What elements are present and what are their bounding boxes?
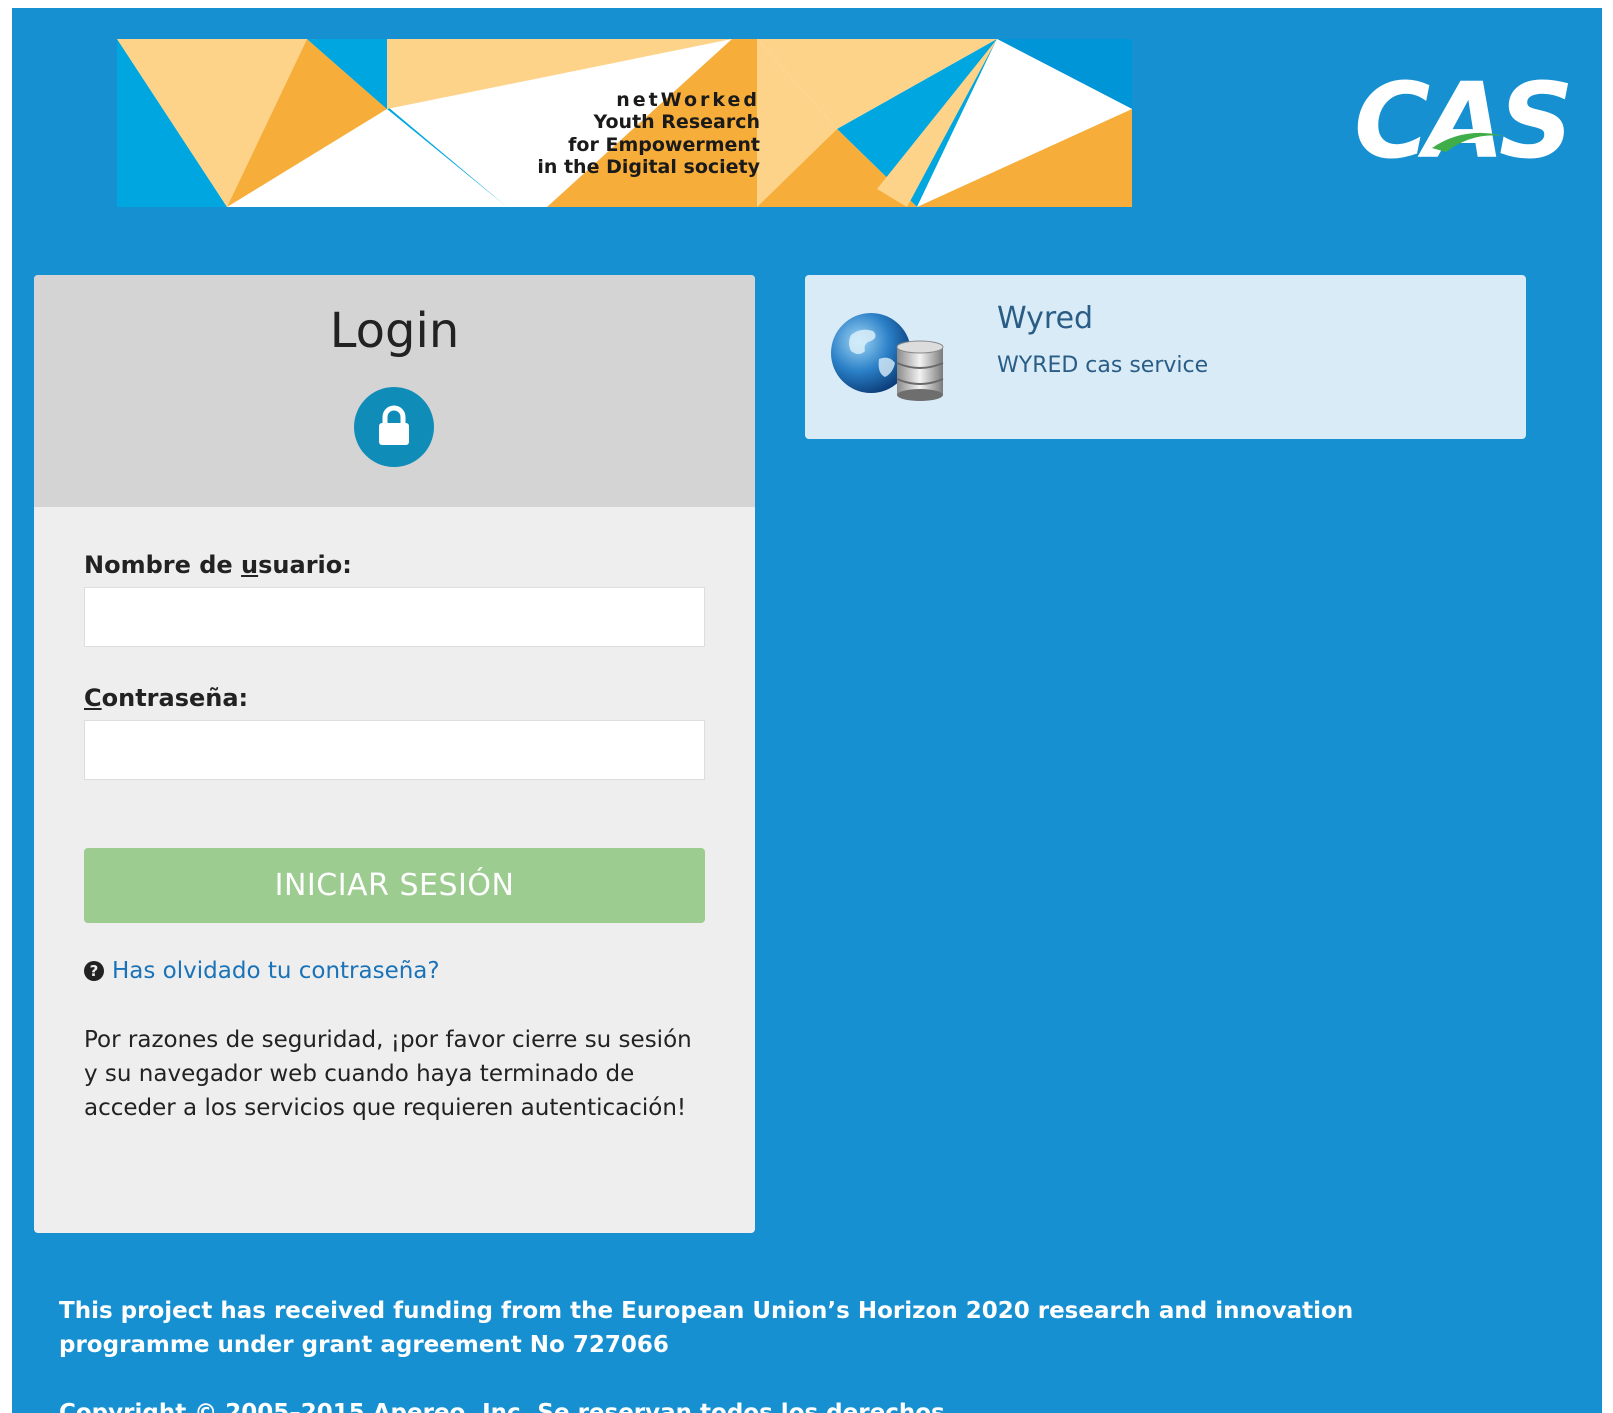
forgot-password-link[interactable]: Has olvidado tu contraseña? xyxy=(112,958,440,984)
question-circle-icon: ? xyxy=(84,961,104,981)
password-label: Contraseña: xyxy=(84,684,249,712)
cas-logo: CAS xyxy=(1354,66,1574,176)
security-note: Por razones de seguridad, ¡por favor cie… xyxy=(84,1027,692,1121)
lock-badge xyxy=(354,387,434,467)
globe-database-icon xyxy=(831,313,944,401)
lock-icon xyxy=(379,405,409,445)
wyred-banner: netWorked Youth Research for Empowerment… xyxy=(117,39,1132,207)
login-panel: Login Nombre de usuario: Contraseña: INI… xyxy=(34,275,755,1233)
page-background: netWorked Youth Research for Empowerment… xyxy=(12,8,1602,1413)
banner-line-3: for Empowerment xyxy=(568,134,760,156)
banner-line-4: in the Digital society xyxy=(537,156,760,178)
banner-line-1: netWorked xyxy=(616,89,760,111)
copyright-statement: Copyright © 2005–2015 Apereo, Inc. Se re… xyxy=(59,1400,954,1413)
banner-line-2: Youth Research xyxy=(593,111,760,133)
username-input[interactable] xyxy=(84,587,705,647)
username-label: Nombre de usuario: xyxy=(84,551,352,579)
funding-statement: This project has received funding from t… xyxy=(59,1298,1354,1358)
login-header: Login xyxy=(34,275,755,507)
cas-logo-swoosh xyxy=(1432,132,1504,152)
password-input[interactable] xyxy=(84,720,705,780)
login-title: Login xyxy=(329,303,460,359)
service-panel: Wyred WYRED cas service xyxy=(805,275,1526,439)
forgot-password-row: ? Has olvidado tu contraseña? xyxy=(84,958,440,988)
login-submit-button[interactable]: INICIAR SESIÓN xyxy=(84,848,705,923)
service-name: Wyred xyxy=(997,301,1094,336)
service-description: WYRED cas service xyxy=(997,353,1209,378)
